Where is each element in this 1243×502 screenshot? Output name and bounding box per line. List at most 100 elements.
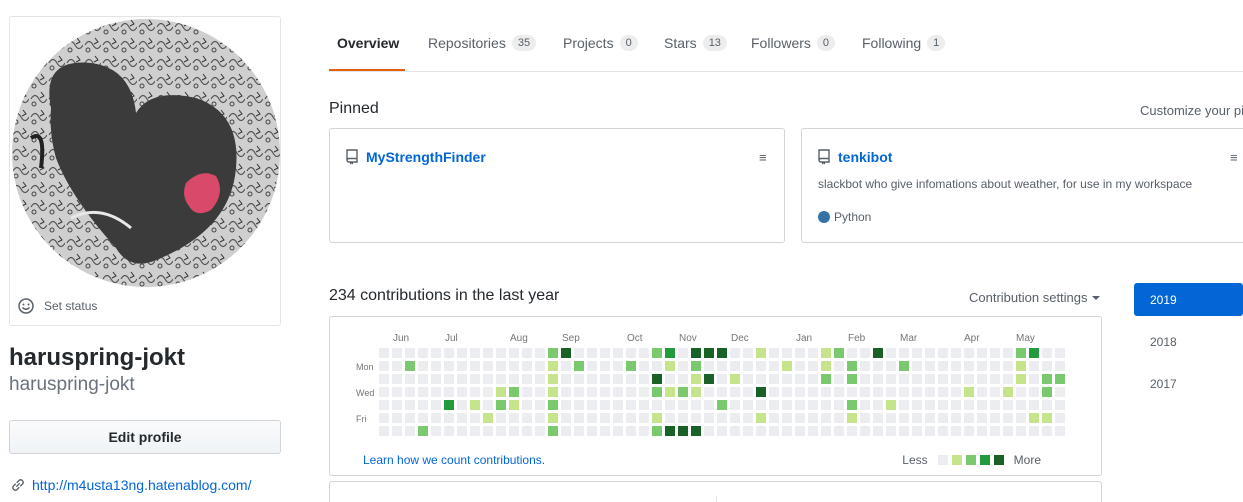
contribution-day[interactable] [509,348,519,358]
contribution-day[interactable] [392,426,402,436]
tab-overview[interactable]: Overview [337,35,399,51]
contribution-day[interactable] [1055,374,1065,384]
contribution-day[interactable] [704,361,714,371]
contribution-day[interactable] [431,400,441,410]
contribution-day[interactable] [613,361,623,371]
contribution-day[interactable] [977,374,987,384]
contribution-day[interactable] [821,426,831,436]
contribution-day[interactable] [912,400,922,410]
contribution-day[interactable] [899,374,909,384]
tab-repositories[interactable]: Repositories 35 [428,35,537,51]
contribution-day[interactable] [574,413,584,423]
contribution-day[interactable] [1055,413,1065,423]
contribution-day[interactable] [379,374,389,384]
contribution-day[interactable] [990,374,1000,384]
contribution-day[interactable] [405,374,415,384]
contribution-day[interactable] [626,387,636,397]
contribution-day[interactable] [496,348,506,358]
contribution-day[interactable] [561,374,571,384]
contribution-day[interactable] [938,387,948,397]
contribution-day[interactable] [925,413,935,423]
contribution-day[interactable] [834,413,844,423]
contribution-day[interactable] [769,413,779,423]
contribution-day[interactable] [379,361,389,371]
contribution-day[interactable] [613,400,623,410]
contribution-day[interactable] [743,400,753,410]
contribution-day[interactable] [587,374,597,384]
contribution-day[interactable] [665,413,675,423]
contribution-day[interactable] [1029,387,1039,397]
contribution-day[interactable] [418,426,428,436]
contribution-day[interactable] [691,361,701,371]
contribution-day[interactable] [431,426,441,436]
contribution-day[interactable] [626,348,636,358]
contribution-day[interactable] [769,387,779,397]
contribution-day[interactable] [821,400,831,410]
contribution-day[interactable] [457,413,467,423]
contribution-day[interactable] [717,348,727,358]
contribution-day[interactable] [834,348,844,358]
contribution-day[interactable] [730,413,740,423]
tab-following[interactable]: Following 1 [862,35,946,51]
contribution-day[interactable] [717,413,727,423]
contribution-day[interactable] [977,400,987,410]
contribution-day[interactable] [717,400,727,410]
drag-handle-icon[interactable]: ≡ [759,150,767,165]
contribution-day[interactable] [652,361,662,371]
contribution-day[interactable] [860,348,870,358]
contribution-day[interactable] [379,348,389,358]
contribution-day[interactable] [782,387,792,397]
contribution-day[interactable] [1003,348,1013,358]
contribution-day[interactable] [665,400,675,410]
contribution-day[interactable] [405,400,415,410]
contribution-day[interactable] [392,387,402,397]
contribution-day[interactable] [613,413,623,423]
contribution-day[interactable] [704,374,714,384]
contribution-day[interactable] [600,400,610,410]
contribution-day[interactable] [444,361,454,371]
contribution-day[interactable] [925,387,935,397]
repo-name-link[interactable]: MyStrengthFinder [366,149,486,165]
contribution-day[interactable] [847,348,857,358]
contribution-day[interactable] [1055,400,1065,410]
contribution-day[interactable] [847,374,857,384]
contribution-day[interactable] [873,361,883,371]
contribution-day[interactable] [1003,413,1013,423]
contribution-day[interactable] [574,374,584,384]
contribution-day[interactable] [1029,361,1039,371]
contribution-day[interactable] [990,413,1000,423]
contribution-day[interactable] [834,387,844,397]
contribution-day[interactable] [977,426,987,436]
contribution-day[interactable] [496,400,506,410]
contribution-day[interactable] [704,413,714,423]
contribution-day[interactable] [912,348,922,358]
contribution-day[interactable] [847,387,857,397]
contribution-day[interactable] [769,348,779,358]
contribution-day[interactable] [977,387,987,397]
contribution-day[interactable] [431,387,441,397]
contribution-day[interactable] [704,348,714,358]
contribution-day[interactable] [418,374,428,384]
contribution-day[interactable] [613,426,623,436]
contribution-day[interactable] [821,413,831,423]
contribution-day[interactable] [1055,348,1065,358]
contribution-day[interactable] [665,374,675,384]
contribution-day[interactable] [392,413,402,423]
contribution-day[interactable] [470,426,480,436]
contribution-day[interactable] [1029,348,1039,358]
contribution-day[interactable] [665,361,675,371]
contribution-day[interactable] [483,426,493,436]
contribution-day[interactable] [1055,426,1065,436]
contribution-day[interactable] [886,387,896,397]
contribution-day[interactable] [574,387,584,397]
contribution-day[interactable] [730,387,740,397]
contribution-day[interactable] [548,400,558,410]
contribution-day[interactable] [886,426,896,436]
contribution-day[interactable] [639,413,649,423]
contribution-day[interactable] [847,361,857,371]
contribution-day[interactable] [535,348,545,358]
contribution-day[interactable] [704,426,714,436]
contribution-day[interactable] [860,374,870,384]
contribution-day[interactable] [483,374,493,384]
contribution-day[interactable] [457,387,467,397]
